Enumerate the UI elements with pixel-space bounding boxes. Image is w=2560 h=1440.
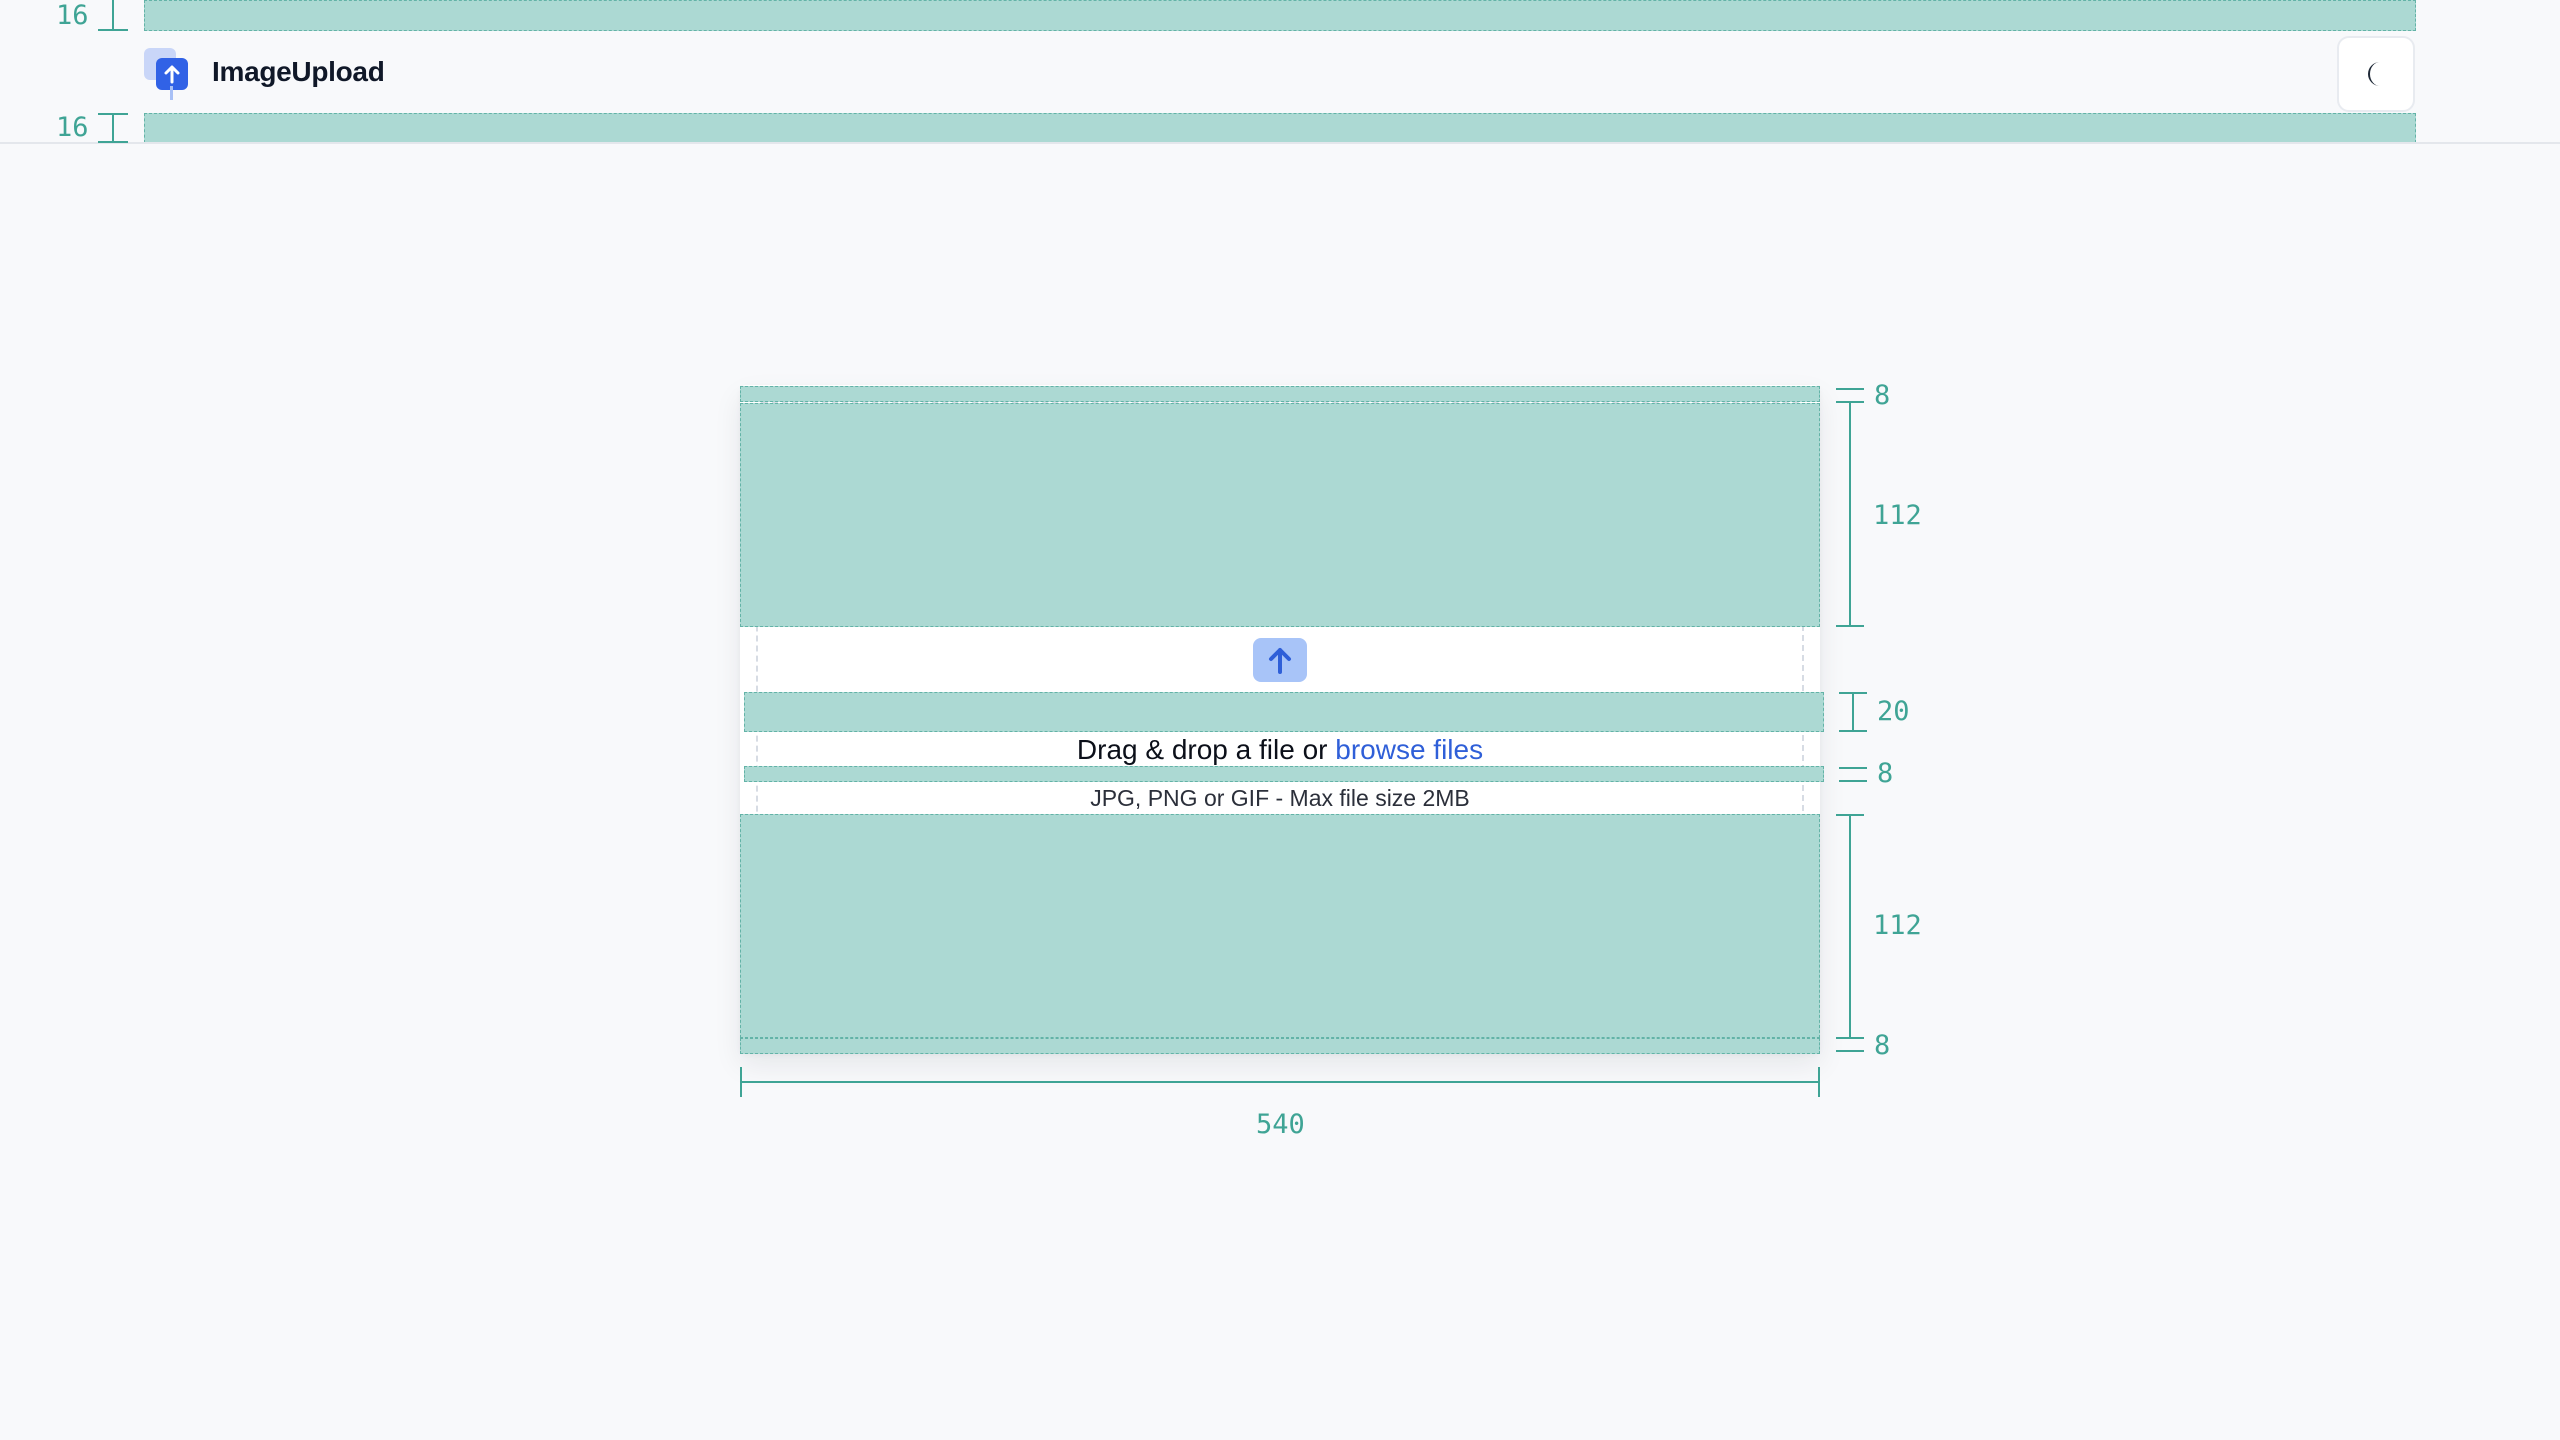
header-padding-bottom-overlay bbox=[144, 113, 2416, 143]
icon-gap-label: 20 bbox=[1877, 696, 1910, 727]
icon-gap-cap-bottom bbox=[1839, 730, 1867, 732]
card-padding-bottom-overlay bbox=[740, 1038, 1820, 1054]
text-gap-cap-top bbox=[1839, 767, 1867, 769]
browse-files-link[interactable]: browse files bbox=[1335, 734, 1483, 765]
space-top-marker bbox=[1849, 402, 1851, 627]
space-top-cap-bottom bbox=[1836, 625, 1864, 627]
icon-gap-overlay bbox=[744, 692, 1824, 732]
header-top-padding-marker bbox=[112, 0, 114, 30]
text-gap-label: 8 bbox=[1877, 758, 1894, 789]
card-pad-top-cap-1 bbox=[1836, 388, 1864, 390]
header-top-padding-cap bbox=[98, 29, 128, 31]
drop-instruction: Drag & drop a file or browse files bbox=[740, 734, 1820, 766]
card-padding-top-overlay bbox=[740, 386, 1820, 402]
card-width-label: 540 bbox=[1256, 1109, 1305, 1140]
card-pad-bottom-label: 8 bbox=[1874, 1030, 1891, 1061]
card-width-cap-right bbox=[1818, 1067, 1820, 1097]
space-bottom-label: 112 bbox=[1873, 910, 1922, 941]
text-gap-cap-bottom bbox=[1839, 780, 1867, 782]
upload-logo-icon bbox=[144, 48, 190, 100]
text-gap-overlay bbox=[744, 766, 1824, 782]
icon-gap-marker bbox=[1852, 692, 1854, 732]
header-bottom-padding-label: 16 bbox=[56, 112, 89, 143]
header-bottom-padding-cap-bottom bbox=[98, 141, 128, 143]
space-top-label: 112 bbox=[1873, 500, 1922, 531]
space-bottom-marker bbox=[1849, 814, 1851, 1039]
card-width-marker bbox=[740, 1081, 1820, 1083]
drop-prompt-text: Drag & drop a file or bbox=[1076, 734, 1336, 765]
header-bottom-padding-marker bbox=[112, 113, 114, 143]
card-pad-top-label: 8 bbox=[1874, 380, 1891, 411]
space-top-overlay bbox=[740, 403, 1820, 627]
card-pad-bottom-cap-1 bbox=[1836, 1037, 1864, 1039]
arrow-up-icon bbox=[1253, 638, 1307, 682]
app-title: ImageUpload bbox=[212, 56, 385, 87]
space-bottom-overlay bbox=[740, 814, 1820, 1038]
header-top-padding-label: 16 bbox=[56, 0, 89, 31]
file-requirements-hint: JPG, PNG or GIF - Max file size 2MB bbox=[1090, 785, 1470, 811]
header-divider bbox=[0, 142, 2560, 144]
card-pad-bottom-cap-2 bbox=[1836, 1050, 1864, 1052]
theme-toggle-button[interactable] bbox=[2337, 36, 2415, 112]
moon-icon bbox=[2368, 62, 2380, 86]
header-padding-top-overlay bbox=[144, 0, 2416, 31]
